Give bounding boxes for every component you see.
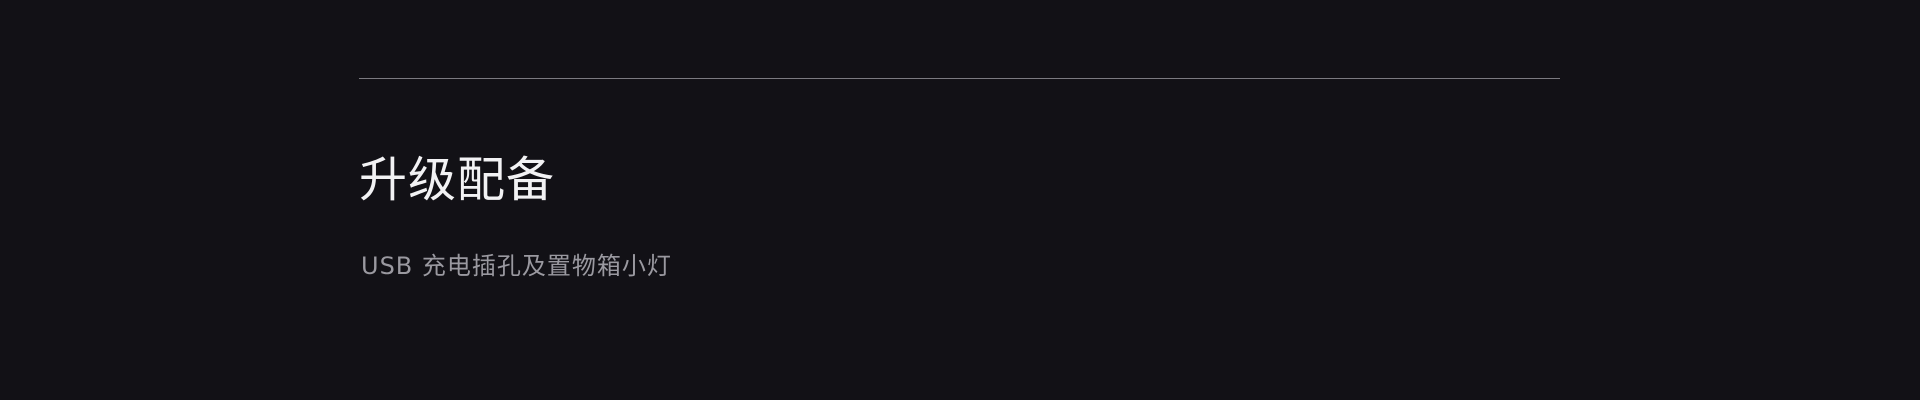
feature-title: 升级配备 — [359, 152, 556, 208]
feature-section: 升级配备 USB 充电插孔及置物箱小灯 — [0, 0, 1920, 400]
feature-description: USB 充电插孔及置物箱小灯 — [361, 252, 672, 280]
feature-block: 升级配备 USB 充电插孔及置物箱小灯 — [359, 148, 1560, 282]
section-divider — [359, 78, 1560, 79]
